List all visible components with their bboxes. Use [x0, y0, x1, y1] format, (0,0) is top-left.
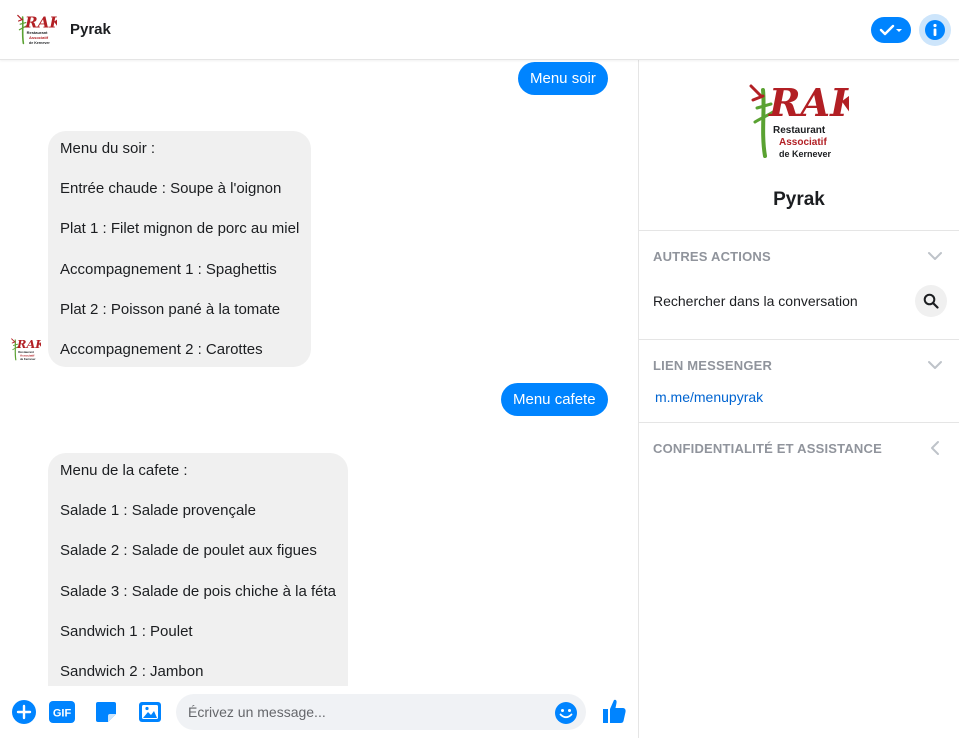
message-line: Salade 3 : Salade de pois chiche à la fé…: [60, 582, 337, 600]
messenger-link[interactable]: m.me/menupyrak: [655, 389, 763, 405]
search-conversation-item[interactable]: Rechercher dans la conversation: [653, 293, 858, 309]
outgoing-message[interactable]: Menu cafete: [501, 383, 608, 416]
message-line: Accompagnement 1 : Spaghettis: [60, 260, 277, 278]
sticker-icon[interactable]: [93, 699, 119, 725]
incoming-message[interactable]: Menu du soir : Entrée chaude : Soupe à l…: [48, 131, 312, 367]
search-button[interactable]: [915, 285, 947, 317]
search-icon: [923, 293, 939, 309]
rak-logo-icon[interactable]: [17, 11, 57, 47]
conversation-header: Pyrak: [0, 0, 959, 60]
conversation-title[interactable]: Pyrak: [70, 21, 111, 38]
rak-logo: [749, 78, 849, 162]
info-button[interactable]: [919, 14, 951, 46]
gif-label: GIF: [53, 708, 72, 720]
message-line: Sandwich 2 : Jambon: [60, 662, 204, 680]
message-line: Menu du soir :: [60, 140, 156, 157]
info-icon: [925, 20, 945, 40]
incoming-message[interactable]: Menu de la cafete : Salade 1 : Salade pr…: [48, 453, 349, 686]
chevron-left-icon[interactable]: [927, 440, 943, 456]
message-input[interactable]: [176, 694, 586, 730]
gif-icon[interactable]: GIF: [49, 699, 75, 725]
message-list[interactable]: Menu soir Menu du soir : Entrée chaude :…: [0, 61, 638, 686]
conversation-info-panel: Pyrak AUTRES ACTIONS Rechercher dans la …: [639, 61, 959, 738]
message-line: Accompagnement 2 : Carottes: [60, 340, 263, 358]
section-title-messenger-link[interactable]: LIEN MESSENGER: [653, 358, 772, 373]
message-line: Plat 2 : Poisson pané à la tomate: [60, 300, 281, 318]
message-line: Salade 2 : Salade de poulet aux figues: [60, 542, 317, 560]
message-line: Entrée chaude : Soupe à l'oignon: [60, 180, 282, 198]
message-line: Menu de la cafete :: [60, 462, 188, 479]
outgoing-message[interactable]: Menu soir: [518, 62, 608, 95]
message-line: Salade 1 : Salade provençale: [60, 502, 256, 520]
emoji-icon[interactable]: [554, 701, 578, 725]
check-dropdown-icon: [879, 24, 902, 36]
message-line: Sandwich 1 : Poulet: [60, 622, 193, 640]
section-title-privacy[interactable]: CONFIDENTIALITÉ ET ASSISTANCE: [653, 441, 882, 456]
chevron-down-icon[interactable]: [927, 357, 943, 373]
message-line: Plat 1 : Filet mignon de porc au miel: [60, 220, 300, 238]
message-status-button[interactable]: [871, 17, 911, 43]
thumbs-up-icon[interactable]: [600, 697, 628, 725]
section-divider: [639, 339, 959, 340]
section-title-actions[interactable]: AUTRES ACTIONS: [653, 249, 771, 264]
message-composer: GIF: [0, 686, 638, 738]
section-divider: [639, 230, 959, 231]
profile-name: Pyrak: [773, 189, 825, 210]
plus-icon[interactable]: [11, 699, 37, 725]
chevron-down-icon[interactable]: [927, 248, 943, 264]
section-divider: [639, 422, 959, 423]
sender-avatar[interactable]: [11, 335, 41, 363]
image-icon[interactable]: [137, 699, 163, 725]
